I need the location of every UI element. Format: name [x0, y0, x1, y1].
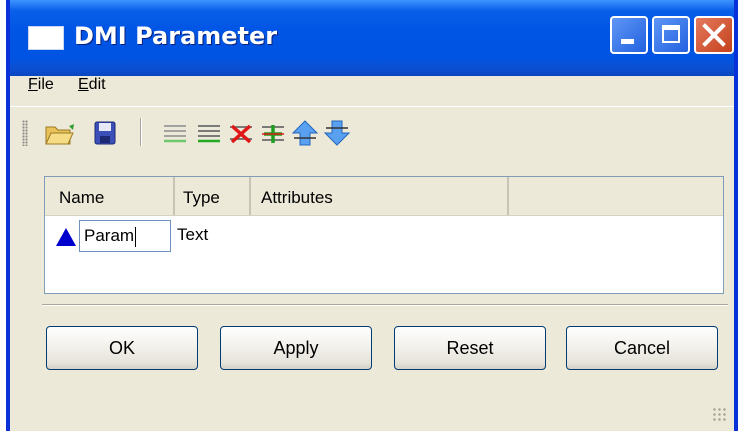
delete-item-icon[interactable]	[226, 118, 256, 148]
toolbar-separator	[140, 118, 142, 146]
name-edit-field[interactable]: Param	[79, 220, 171, 252]
reset-button[interactable]: Reset	[394, 326, 546, 370]
maximize-button[interactable]	[652, 16, 690, 54]
window-app-icon	[28, 26, 64, 50]
blue-triangle-icon	[56, 228, 76, 246]
column-header-name[interactable]: Name	[45, 177, 175, 215]
text-caret	[135, 226, 137, 247]
open-folder-icon[interactable]	[44, 118, 74, 148]
name-edit-value: Param	[84, 226, 135, 245]
title-bar[interactable]: DMI Parameter	[10, 0, 734, 76]
insert-item-icon[interactable]	[258, 118, 288, 148]
resize-grip[interactable]	[712, 407, 728, 423]
column-header-attributes[interactable]: Attributes	[251, 177, 509, 215]
dmi-parameter-window: DMI Parameter File Edit Name Type Attrib…	[6, 0, 738, 431]
add-item-icon[interactable]	[194, 118, 224, 148]
menu-edit-mnemonic: E	[78, 76, 89, 93]
maximize-icon	[662, 25, 680, 43]
list-icon[interactable]	[160, 118, 190, 148]
menu-edit[interactable]: Edit	[78, 76, 106, 94]
column-header-type[interactable]: Type	[175, 177, 251, 215]
window-title: DMI Parameter	[74, 22, 278, 50]
menu-bar: File Edit	[10, 76, 734, 102]
cancel-button[interactable]: Cancel	[566, 326, 718, 370]
apply-button[interactable]: Apply	[220, 326, 372, 370]
list-header: Name Type Attributes	[45, 177, 723, 216]
button-divider	[42, 304, 728, 306]
close-icon	[702, 23, 726, 47]
save-icon[interactable]	[90, 118, 120, 148]
menu-divider	[10, 106, 734, 107]
toolbar	[10, 114, 734, 150]
minimize-button[interactable]	[610, 16, 648, 54]
parameter-list[interactable]: Name Type Attributes Param Text	[44, 176, 724, 294]
menu-file[interactable]: File	[28, 76, 54, 94]
ok-button[interactable]: OK	[46, 326, 198, 370]
menu-file-mnemonic: F	[28, 76, 38, 93]
table-row[interactable]: Param Text	[45, 217, 723, 253]
menu-file-label: ile	[37, 76, 54, 93]
close-button[interactable]	[694, 16, 734, 54]
toolbar-grip[interactable]	[22, 120, 28, 146]
move-down-icon[interactable]	[322, 118, 352, 148]
menu-edit-label: dit	[88, 76, 106, 93]
type-cell[interactable]: Text	[177, 220, 208, 250]
move-up-icon[interactable]	[290, 118, 320, 148]
minimize-icon	[621, 39, 634, 44]
